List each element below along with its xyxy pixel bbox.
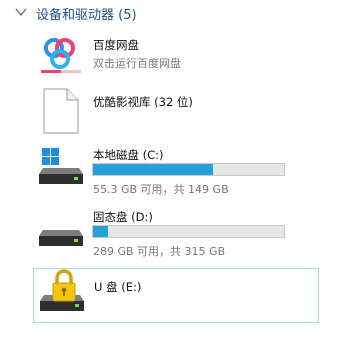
group-header-devices[interactable]: 设备和驱动器 (5) [0, 0, 339, 26]
file-icon [43, 88, 79, 134]
item-name: 固态盘 (D:) [93, 210, 153, 224]
storage-bar [92, 225, 285, 238]
chevron-down-icon[interactable] [15, 7, 27, 17]
windows-drive-icon [39, 148, 83, 184]
storage-bar-fill [93, 226, 109, 237]
item-name: 本地磁盘 (C:) [93, 148, 164, 162]
list-item-baidu-netdisk[interactable]: 百度网盘 双击运行百度网盘 [33, 32, 319, 80]
list-item-youku[interactable]: 优酷影视库 (32 位) [33, 86, 319, 136]
item-name: 百度网盘 [93, 38, 139, 52]
item-name: U 盘 (E:) [94, 280, 142, 294]
list-item-drive-c[interactable]: 本地磁盘 (C:) 55.3 GB 可用，共 149 GB [33, 144, 319, 196]
item-description: 双击运行百度网盘 [93, 57, 181, 70]
list-item-drive-e[interactable]: U 盘 (E:) [33, 268, 319, 323]
item-name: 优酷影视库 (32 位) [93, 95, 193, 109]
storage-bar-fill [93, 164, 214, 175]
drive-icon [39, 230, 83, 246]
baidu-netdisk-icon [39, 35, 83, 77]
storage-bar [92, 163, 285, 176]
item-capacity: 55.3 GB 可用，共 149 GB [93, 183, 229, 196]
item-capacity: 289 GB 可用，共 315 GB [93, 245, 226, 258]
locked-drive-icon [40, 269, 84, 311]
group-title: 设备和驱动器 (5) [36, 8, 137, 23]
list-item-drive-d[interactable]: 固态盘 (D:) 289 GB 可用，共 315 GB [33, 206, 319, 258]
